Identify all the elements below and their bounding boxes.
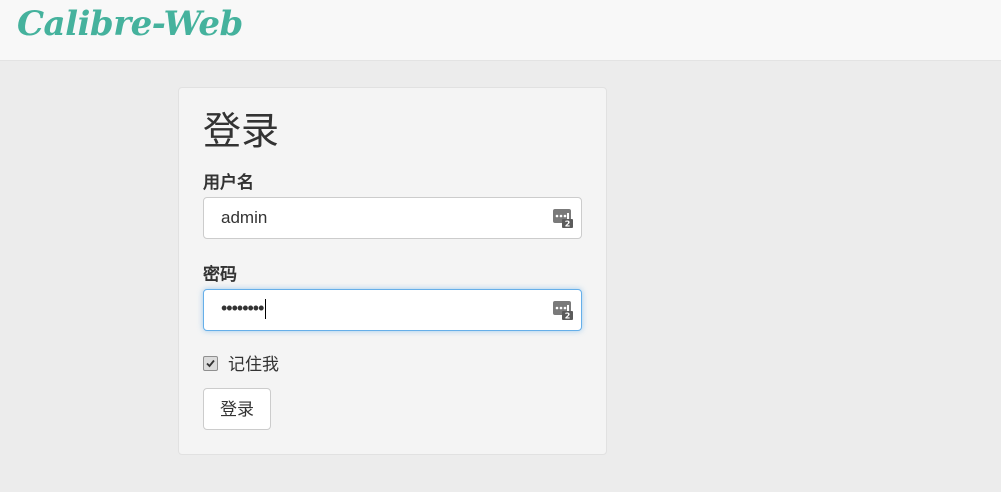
svg-text:2: 2 bbox=[565, 312, 571, 321]
remember-label: 记住我 bbox=[228, 355, 279, 374]
password-manager-icon[interactable]: 2 bbox=[553, 208, 573, 228]
username-value: admin bbox=[221, 208, 268, 227]
remember-checkbox[interactable] bbox=[203, 356, 218, 372]
svg-text:2: 2 bbox=[565, 220, 571, 229]
password-label: 密码 bbox=[203, 265, 237, 284]
username-label: 用户名 bbox=[203, 173, 254, 192]
password-manager-icon[interactable]: 2 bbox=[553, 300, 573, 320]
page-title: 登录 bbox=[203, 111, 280, 153]
navbar: Calibre-Web bbox=[0, 0, 1001, 61]
checkmark-icon bbox=[206, 359, 215, 368]
login-panel: 登录 用户名 admin 2 密码 •••••••• 2 记住我 登录 bbox=[178, 87, 607, 455]
password-input[interactable]: •••••••• 2 bbox=[203, 289, 582, 331]
login-button[interactable]: 登录 bbox=[203, 388, 271, 430]
brand-logo[interactable]: Calibre-Web bbox=[17, 4, 243, 44]
remember-me[interactable]: 记住我 bbox=[203, 350, 279, 375]
password-value: •••••••• bbox=[221, 298, 267, 320]
username-input[interactable]: admin 2 bbox=[203, 197, 582, 239]
text-caret bbox=[265, 299, 267, 320]
